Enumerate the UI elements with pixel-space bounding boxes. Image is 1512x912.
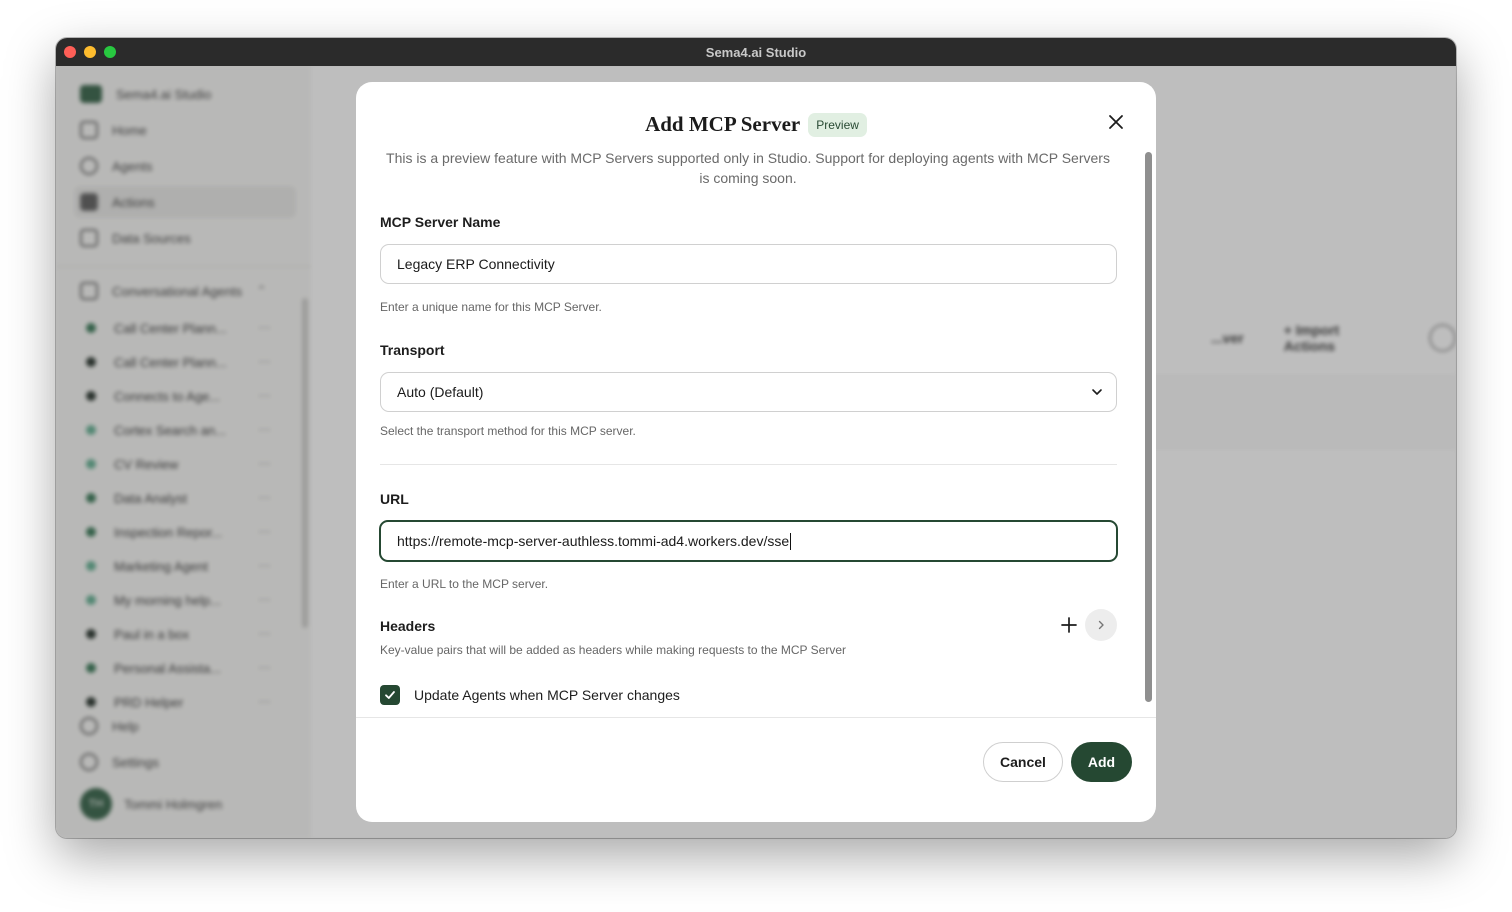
update-agents-checkbox[interactable] [380, 685, 400, 705]
dialog-description: This is a preview feature with MCP Serve… [386, 150, 1110, 186]
transport-value: Auto (Default) [397, 384, 484, 400]
window-title: Sema4.ai Studio [705, 44, 807, 60]
update-agents-option[interactable]: Update Agents when MCP Server changes [380, 685, 680, 705]
preview-badge: Preview [808, 112, 867, 137]
dialog-header: Add MCP Server Preview [356, 112, 1156, 137]
footer-divider [356, 717, 1156, 718]
transport-help: Select the transport method for this MCP… [380, 424, 636, 438]
update-agents-label: Update Agents when MCP Server changes [414, 687, 680, 703]
name-label: MCP Server Name [380, 214, 501, 230]
url-field[interactable]: https://remote-mcp-server-authless.tommi… [379, 520, 1118, 562]
text-caret [790, 532, 792, 550]
plus-icon [1061, 617, 1077, 633]
transport-select[interactable]: Auto (Default) [380, 372, 1117, 412]
window-controls [64, 46, 116, 58]
add-button[interactable]: Add [1071, 742, 1132, 782]
headers-label: Headers [380, 618, 436, 634]
add-header-button[interactable] [1056, 612, 1082, 638]
close-button[interactable] [1104, 110, 1128, 134]
close-window-button[interactable] [64, 46, 76, 58]
close-icon [1109, 115, 1123, 129]
name-value: Legacy ERP Connectivity [397, 256, 555, 272]
expand-headers-button[interactable] [1085, 609, 1117, 641]
minimize-window-button[interactable] [84, 46, 96, 58]
dialog-scrollbar[interactable] [1145, 152, 1152, 702]
add-mcp-server-dialog: Add MCP Server Preview This is a preview… [356, 82, 1156, 822]
title-bar: Sema4.ai Studio [56, 38, 1456, 66]
checkmark-icon [385, 691, 395, 699]
maximize-window-button[interactable] [104, 46, 116, 58]
url-value: https://remote-mcp-server-authless.tommi… [397, 533, 790, 549]
chevron-down-icon [1092, 389, 1102, 395]
url-help: Enter a URL to the MCP server. [380, 577, 549, 591]
headers-help: Key-value pairs that will be added as he… [380, 643, 847, 657]
url-label: URL [380, 491, 409, 507]
chevron-right-icon [1098, 620, 1104, 630]
cancel-button[interactable]: Cancel [983, 742, 1063, 782]
mcp-server-name-field[interactable]: Legacy ERP Connectivity [380, 244, 1117, 284]
section-divider [380, 464, 1117, 465]
name-help: Enter a unique name for this MCP Server. [380, 300, 602, 314]
transport-label: Transport [380, 342, 445, 358]
dialog-title: Add MCP Server [645, 112, 801, 136]
